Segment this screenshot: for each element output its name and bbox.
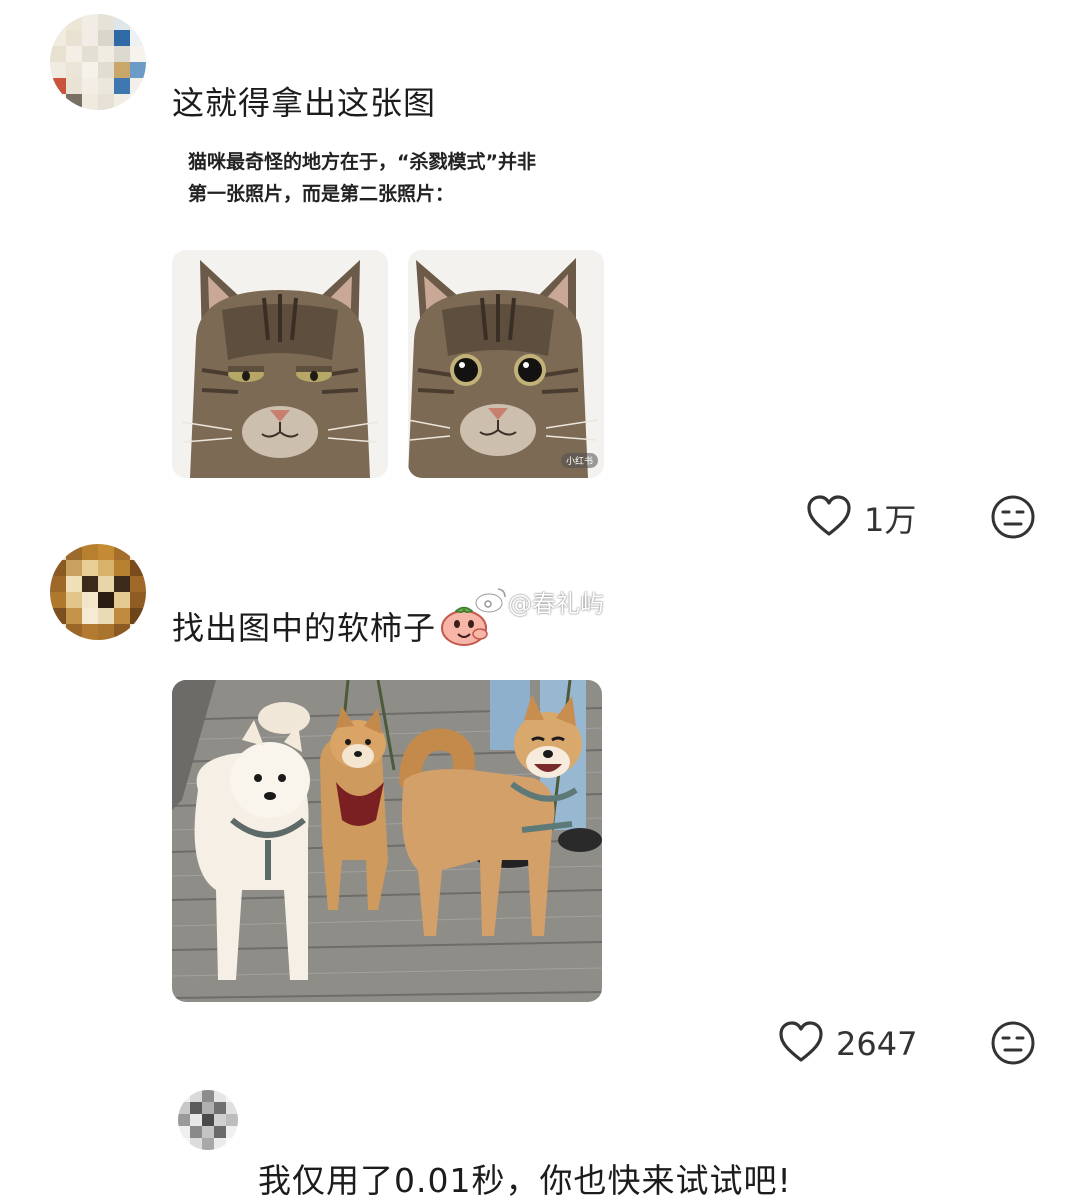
avatar[interactable]	[50, 544, 146, 640]
like-count: 2647	[836, 1025, 918, 1063]
reply-avatar[interactable]	[178, 1090, 238, 1150]
comment-text: 找出图中的软柿子	[172, 609, 437, 647]
meme-caption-line1: 猫咪最奇怪的地方在于，“杀戮模式”并非	[188, 151, 536, 173]
watermark-text: @春礼屿	[508, 590, 604, 618]
heart-outline-icon	[806, 494, 852, 542]
neutral-face-icon[interactable]	[990, 494, 1036, 544]
source-badge: 小红书	[560, 453, 598, 468]
comment-line: 找出图中的软柿子	[172, 602, 492, 650]
comment-image[interactable]	[172, 680, 602, 1002]
like-count: 1万	[864, 501, 917, 539]
meme-caption-line2: 第一张照片，而是第二张照片：	[188, 183, 455, 205]
cat-photo-relaxed	[172, 250, 388, 478]
neutral-face-icon[interactable]	[990, 1020, 1036, 1070]
like-button[interactable]: 2647	[778, 1020, 917, 1068]
like-button[interactable]: 1万	[806, 494, 916, 542]
heart-outline-icon	[778, 1020, 824, 1068]
comment-image[interactable]: 猫咪最奇怪的地方在于，“杀戮模式”并非 第一张照片，而是第二张照片： 小红书	[172, 138, 608, 480]
avatar[interactable]	[50, 14, 146, 110]
watermark: @春礼屿	[474, 584, 604, 619]
comment-text: 这就得拿出这张图	[172, 84, 437, 122]
reply-text: 我仅用了0.01秒，你也快来试试吧!	[258, 1161, 792, 1200]
weibo-logo-icon	[474, 585, 508, 619]
cat-photo-wide-eyed: 小红书	[408, 250, 604, 478]
